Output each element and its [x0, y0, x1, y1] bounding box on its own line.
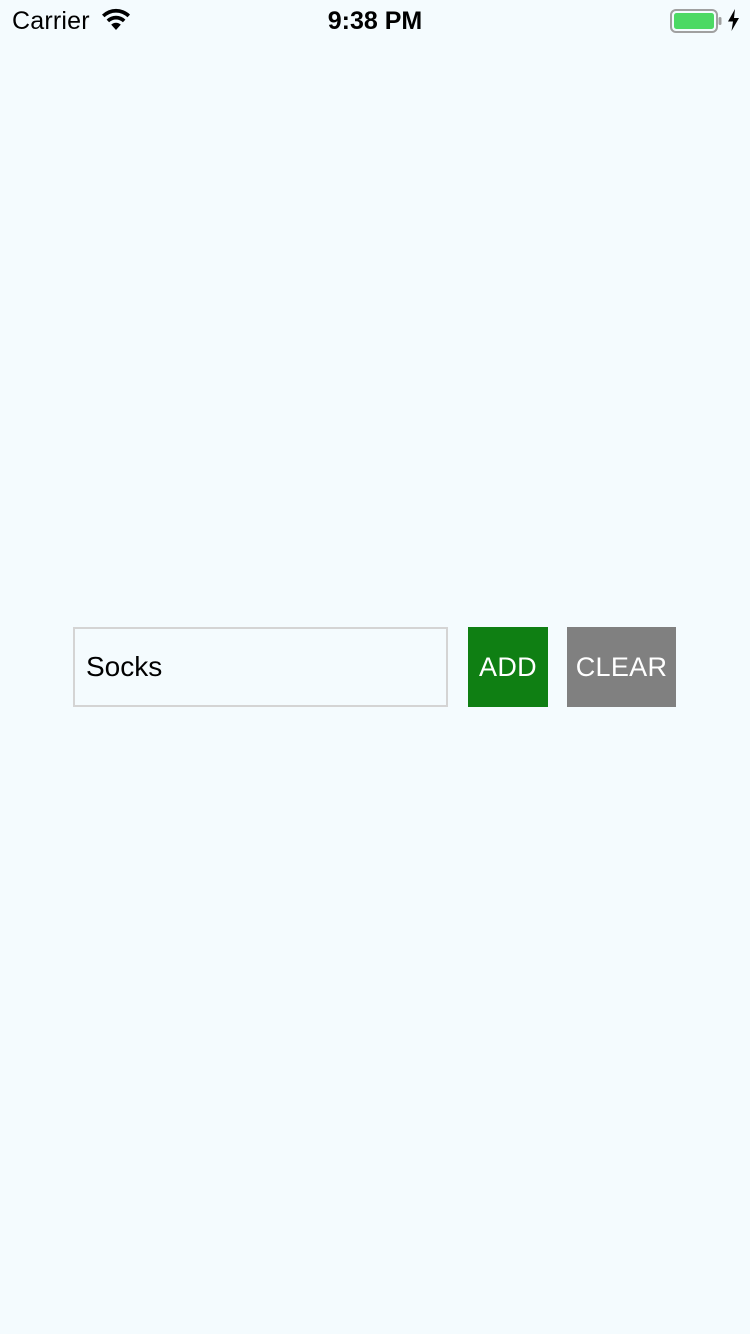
clear-button[interactable]: CLEAR — [567, 627, 676, 707]
add-button[interactable]: ADD — [468, 627, 548, 707]
add-item-form: ADD CLEAR — [0, 0, 750, 1334]
item-input[interactable] — [73, 627, 448, 707]
